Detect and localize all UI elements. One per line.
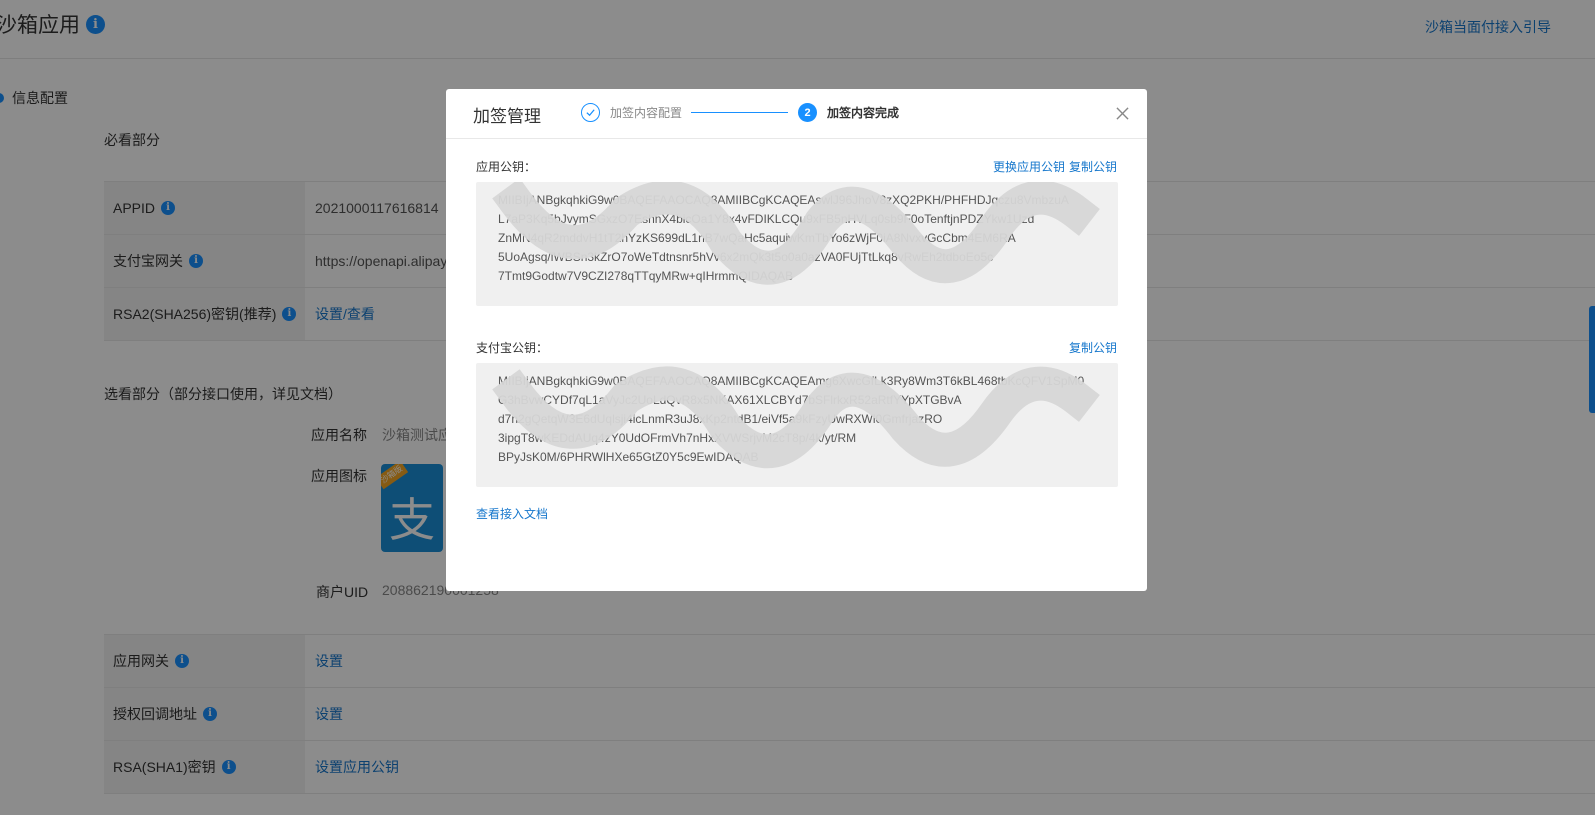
copy-app-key-link[interactable]: 复制公钥	[1069, 158, 1117, 175]
app-public-key-box[interactable]: MIIBIjANBgkqhkiG9w0BAQEFAAOCAQ8AMIIBCgKC…	[476, 182, 1118, 306]
key-line: MIIBIjANBgkqhkiG9w0BAQEFAAOCAQ8AMIIBCgKC…	[498, 374, 1085, 388]
close-button[interactable]	[1111, 102, 1133, 124]
key-line: d7n2gQetqW3E6dUqlsji4icLnmR3uJ8xKp2ntdB1…	[498, 412, 943, 426]
step-complete: 2 加签内容完成	[798, 103, 899, 122]
key-line: MIIBIjANBgkqhkiG9w0BAQEFAAOCAQ8AMIIBCgKC…	[498, 193, 1069, 207]
replace-app-key-link[interactable]: 更换应用公钥	[993, 158, 1065, 175]
step-connector	[691, 112, 788, 113]
key-line: 3ipgT8wKEDdAUq4zY0UdOFrmVh7nHxXVWSrjvM2c…	[498, 431, 857, 445]
step-config-label: 加签内容配置	[610, 106, 683, 120]
alipay-key-actions: 复制公钥	[1069, 339, 1117, 356]
step-number-badge: 2	[798, 103, 817, 122]
modal-title: 加签管理	[473, 107, 541, 126]
copy-alipay-key-link[interactable]: 复制公钥	[1069, 339, 1117, 356]
key-line: ZnMN4qR2mddvH1tT2hYzKS699dL1nB7wQaHc5aqu…	[498, 231, 1016, 245]
close-icon	[1115, 106, 1129, 120]
view-docs-link[interactable]: 查看接入文档	[476, 505, 548, 522]
alipay-public-key-label: 支付宝公钥：	[476, 341, 549, 355]
step-complete-label: 加签内容完成	[827, 106, 900, 120]
key-line: 5UoAgsq/iWBSn3kZrO7oWeTdtnsnr5hVv6x2mQk3…	[498, 250, 994, 264]
key-line: 7Tmt9Godtw7V9CZI278qTTqyMRw+qIHrmmQIDAQA…	[498, 269, 794, 283]
key-line: G3hBvwCYDf7qL1aVyJc2UoLdQvR8x5NKAX61XLCB…	[498, 393, 962, 407]
key-line: BPyJsK0M/6PHRWlHXe65GtZ0Y5c9EwIDAQAB	[498, 450, 759, 464]
step-config: 加签内容配置	[581, 103, 682, 122]
key-line: L7aP3Kq5bJvymSGxzO7EshnX4bicOa1Y8x4vFDIK…	[498, 212, 1035, 226]
check-icon	[581, 103, 600, 122]
modal-header: 加签管理 加签内容配置 2 加签内容完成	[446, 89, 1147, 139]
app-key-actions: 更换应用公钥 复制公钥	[993, 158, 1117, 175]
app-public-key-label: 应用公钥：	[476, 160, 537, 174]
alipay-public-key-box[interactable]: MIIBIjANBgkqhkiG9w0BAQEFAAOCAQ8AMIIBCgKC…	[476, 363, 1118, 487]
sign-management-modal: 加签管理 加签内容配置 2 加签内容完成 应用公钥： 更换应用公钥 复制公钥 M…	[446, 89, 1147, 591]
